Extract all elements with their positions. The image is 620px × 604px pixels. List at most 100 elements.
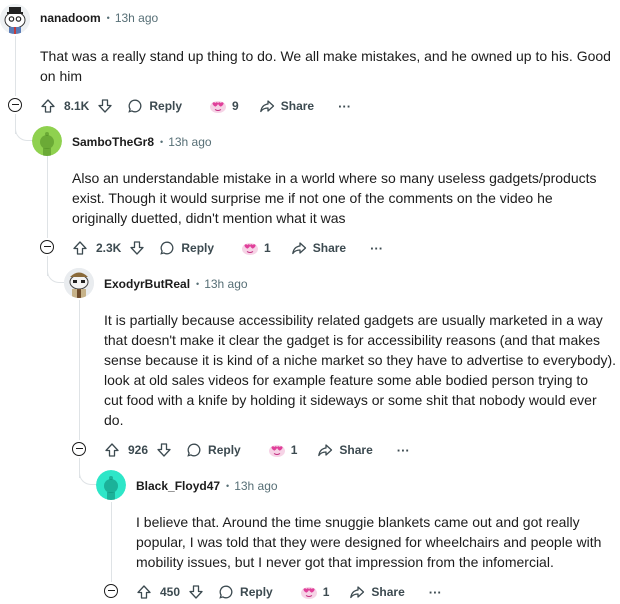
comment-line: Also an understandable mistake in a worl…	[72, 170, 597, 186]
upvote-icon	[40, 98, 56, 114]
thread-line	[111, 502, 112, 582]
more-options-button[interactable]: ···	[429, 585, 442, 600]
vote-count: 8.1K	[64, 99, 90, 113]
more-options-button[interactable]: ···	[338, 99, 351, 114]
upvote-icon	[104, 442, 120, 458]
collapse-button[interactable]	[104, 584, 118, 598]
upvote-button[interactable]	[40, 98, 56, 114]
award-button[interactable]: 1	[299, 584, 329, 600]
comment-line: that doesn't make it clear the gadget is…	[104, 332, 601, 348]
comment-bubble-icon	[127, 98, 143, 114]
vote-count: 926	[128, 443, 149, 457]
separator-dot: •	[160, 137, 164, 147]
share-label: Share	[371, 585, 405, 599]
comment-meta: nanadoom • 13h ago	[40, 11, 158, 25]
upvote-button[interactable]	[104, 442, 120, 458]
award-count: 9	[232, 99, 239, 113]
separator-dot: •	[196, 279, 200, 289]
downvote-button[interactable]	[156, 442, 172, 458]
upvote-button[interactable]	[72, 240, 88, 256]
timestamp[interactable]: 13h ago	[204, 277, 247, 291]
avatar[interactable]	[32, 126, 62, 156]
comment-bubble-icon	[186, 442, 202, 458]
downvote-icon	[97, 98, 113, 114]
award-button[interactable]: 1	[240, 240, 271, 256]
snoo-avatar-icon	[96, 470, 126, 500]
snoo-avatar-icon	[0, 4, 30, 34]
comment-line: originally duetted, didn't mention what …	[72, 210, 346, 226]
comment-actions: 8.1K Reply 9 Share ···	[40, 96, 351, 116]
share-button[interactable]: Share	[349, 584, 405, 600]
share-arrow-icon	[291, 240, 307, 256]
reply-label: Reply	[149, 99, 183, 113]
comment-bubble-icon	[218, 584, 234, 600]
separator-dot: •	[106, 13, 110, 23]
downvote-icon	[156, 442, 172, 458]
upvote-icon	[72, 240, 88, 256]
heart-eyes-award-icon	[299, 584, 319, 600]
timestamp[interactable]: 13h ago	[115, 11, 158, 25]
share-arrow-icon	[317, 442, 333, 458]
avatar[interactable]	[0, 4, 30, 34]
username[interactable]: nanadoom	[40, 11, 101, 25]
collapse-button[interactable]	[8, 98, 22, 112]
comment-meta: Black_Floyd47 • 13h ago	[136, 479, 278, 493]
username[interactable]: Black_Floyd47	[136, 479, 220, 493]
comment-meta: SamboTheGr8 • 13h ago	[72, 135, 212, 149]
heart-eyes-award-icon	[240, 240, 260, 256]
comment-body: That was a really stand up thing to do. …	[40, 46, 620, 86]
thread-line	[79, 300, 80, 440]
reply-button[interactable]: Reply	[186, 442, 241, 458]
more-options-button[interactable]: ···	[370, 241, 383, 256]
share-label: Share	[280, 99, 315, 113]
thread-line	[47, 156, 48, 238]
comment-line: popular, I was told that they were desig…	[136, 534, 602, 550]
timestamp[interactable]: 13h ago	[168, 135, 211, 149]
upvote-icon	[136, 584, 152, 600]
upvote-button[interactable]	[136, 584, 152, 600]
reply-button[interactable]: Reply	[218, 584, 273, 600]
heart-eyes-award-icon	[267, 442, 287, 458]
thread-line	[15, 36, 16, 96]
comment-body: It is partially because accessibility re…	[104, 310, 620, 430]
heart-eyes-award-icon	[208, 98, 228, 114]
timestamp[interactable]: 13h ago	[234, 479, 277, 493]
comment-line: mobility issues, but I never got that im…	[136, 554, 554, 570]
more-options-button[interactable]: ···	[397, 443, 410, 458]
share-button[interactable]: Share	[317, 442, 373, 458]
share-button[interactable]: Share	[291, 240, 346, 256]
vote-count: 450	[160, 585, 181, 599]
comment-line: exist. Though it would surprise me if no…	[72, 190, 553, 206]
downvote-button[interactable]	[97, 98, 113, 114]
share-arrow-icon	[349, 584, 365, 600]
comment-line: It is partially because accessibility re…	[104, 312, 603, 328]
award-button[interactable]: 9	[208, 98, 239, 114]
avatar[interactable]	[64, 268, 94, 298]
comment-line: I believe that. Around the time snuggie …	[136, 514, 580, 530]
comment-line: do.	[104, 412, 124, 428]
downvote-icon	[188, 584, 204, 600]
share-label: Share	[339, 443, 373, 457]
comment-actions: 926 Reply 1 Share ···	[104, 440, 410, 460]
share-button[interactable]: Share	[259, 98, 314, 114]
reply-button[interactable]: Reply	[159, 240, 214, 256]
downvote-button[interactable]	[129, 240, 145, 256]
username[interactable]: SamboTheGr8	[72, 135, 154, 149]
downvote-icon	[129, 240, 145, 256]
reply-button[interactable]: Reply	[127, 98, 182, 114]
comment-line: look at old sales videos for example fea…	[104, 372, 589, 388]
collapse-button[interactable]	[72, 442, 86, 456]
downvote-button[interactable]	[188, 584, 204, 600]
comment-body: Also an understandable mistake in a worl…	[72, 168, 620, 228]
avatar[interactable]	[96, 470, 126, 500]
collapse-button[interactable]	[40, 240, 54, 254]
username[interactable]: ExodyrButReal	[104, 277, 190, 291]
comment-meta: ExodyrButReal • 13h ago	[104, 277, 248, 291]
vote-count: 2.3K	[96, 241, 122, 255]
snoo-avatar-icon	[64, 268, 94, 298]
reply-label: Reply	[240, 585, 273, 599]
reply-label: Reply	[181, 241, 215, 255]
comment-actions: 2.3K Reply 1 Share ···	[72, 238, 383, 258]
award-button[interactable]: 1	[267, 442, 297, 458]
comment-actions: 450 Reply 1 Share ···	[136, 582, 442, 602]
